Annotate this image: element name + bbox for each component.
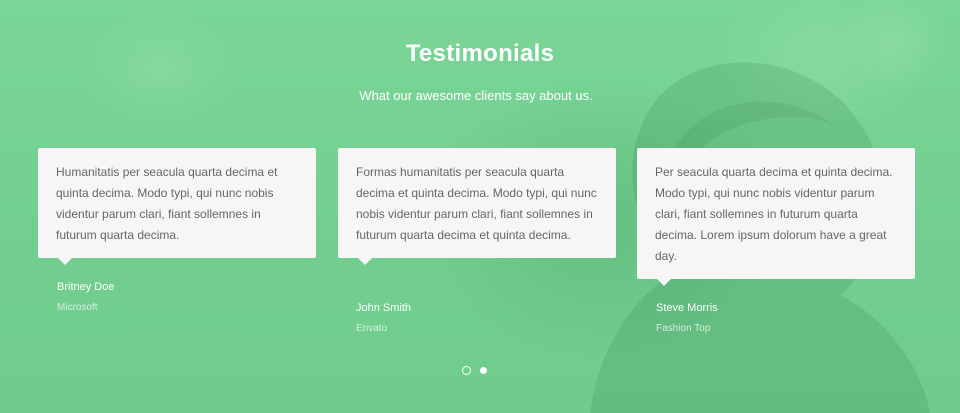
testimonial-author: Steve Morris: [656, 302, 718, 314]
carousel-dot-2[interactable]: [480, 367, 488, 375]
section-title: Testimonials: [405, 40, 555, 67]
testimonial-card: Humanitatis per seacula quarta decima et…: [38, 148, 316, 265]
carousel-pagination: [462, 362, 492, 380]
testimonial-company: Envato: [356, 323, 388, 334]
testimonial-author: John Smith: [356, 302, 412, 314]
testimonial-card: Formas humanitatis per seacula quarta de…: [338, 148, 616, 265]
testimonial-author: Britney Doe: [57, 281, 115, 293]
testimonial-quote: Formas humanitatis per seacula quarta de…: [356, 165, 597, 242]
testimonial-company: Fashion Top: [656, 323, 711, 334]
testimonial-quote: Per seacula quarta decima et quinta deci…: [655, 165, 893, 263]
carousel-dot-1[interactable]: [462, 366, 471, 376]
testimonials-section: Testimonials What our awesome clients sa…: [0, 0, 960, 413]
testimonial-quote: Humanitatis per seacula quarta decima et…: [56, 165, 278, 242]
testimonial-company: Microsoft: [57, 302, 98, 313]
testimonial-card: Per seacula quarta decima et quinta deci…: [637, 148, 915, 286]
section-subtitle: What our awesome clients say about us.: [359, 88, 593, 103]
